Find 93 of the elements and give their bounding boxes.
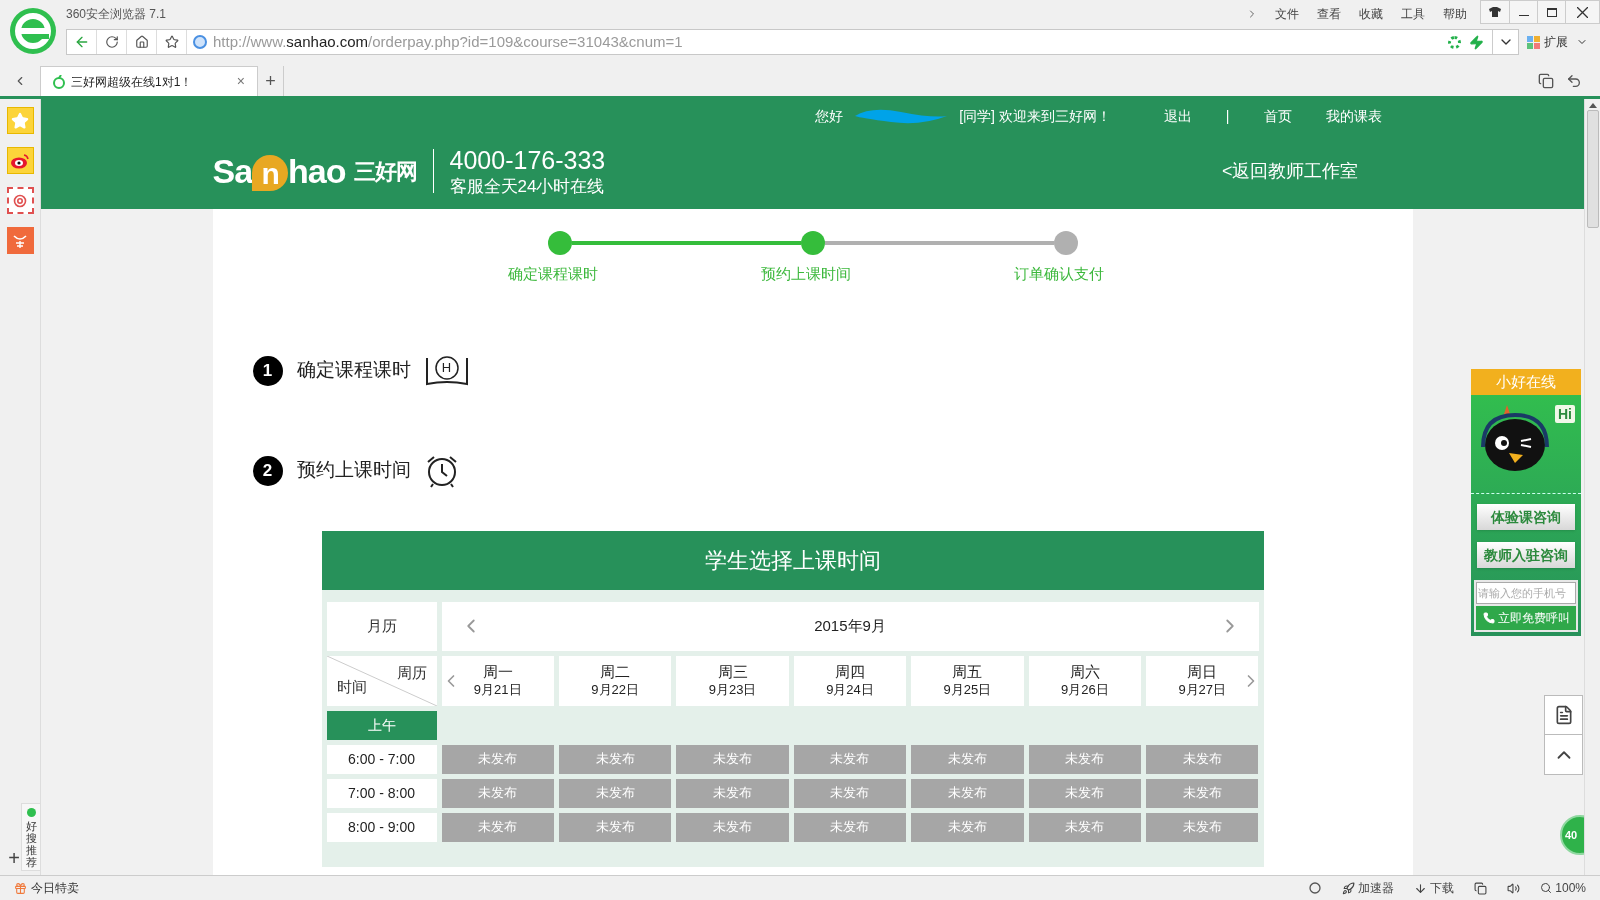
step-label: 订单确认支付 bbox=[1014, 264, 1104, 284]
hi-bubble: Hi bbox=[1555, 405, 1575, 423]
browser-logo-icon bbox=[9, 7, 57, 55]
month-bar: 2015年9月 bbox=[441, 601, 1259, 651]
menu-item[interactable]: 收藏 bbox=[1350, 5, 1392, 23]
day-header: 周五 9月25日 bbox=[911, 655, 1024, 706]
globe-icon bbox=[193, 35, 207, 49]
consult-button[interactable]: 教师入驻咨询 bbox=[1477, 542, 1575, 568]
time-slot: 未发布 bbox=[793, 778, 907, 808]
day-header: 周六 9月26日 bbox=[1028, 655, 1142, 706]
time-slot: 未发布 bbox=[441, 778, 554, 808]
day-header: 周三 9月23日 bbox=[676, 655, 789, 706]
browser-tab[interactable]: 三好网超级在线1对1！ × bbox=[40, 66, 258, 96]
zoom-level[interactable]: 100% bbox=[1540, 879, 1586, 897]
download-button[interactable]: 下载 bbox=[1414, 879, 1455, 897]
new-tab-button[interactable]: + bbox=[258, 66, 284, 96]
tab-close-button[interactable]: × bbox=[236, 71, 245, 92]
sound-icon[interactable] bbox=[1507, 881, 1521, 895]
scrollbar-thumb[interactable] bbox=[1586, 110, 1599, 228]
widget-title: 小好在线 bbox=[1471, 369, 1581, 395]
down-arrow-icon bbox=[1414, 881, 1428, 895]
daily-deals-link[interactable]: 今日特卖 bbox=[14, 879, 79, 897]
time-slot: 未发布 bbox=[1146, 812, 1259, 842]
day-header: 周日 9月27日 bbox=[1146, 655, 1259, 706]
day-header: 周一 9月21日 bbox=[441, 655, 554, 706]
time-slot: 未发布 bbox=[1028, 812, 1142, 842]
welcome-text: [同学] 欢迎来到三好网！ bbox=[959, 106, 1111, 126]
time-slot: 未发布 bbox=[558, 778, 672, 808]
step-label: 确定课程课时 bbox=[508, 264, 598, 284]
time-slot: 未发布 bbox=[1146, 778, 1259, 808]
menu-item[interactable]: 文件 bbox=[1266, 5, 1308, 23]
menu-item[interactable]: 查看 bbox=[1308, 5, 1350, 23]
step-number: 2 bbox=[252, 455, 283, 486]
window-title: 360安全浏览器 7.1 bbox=[66, 6, 167, 23]
magnifier-icon bbox=[1540, 882, 1553, 894]
tab-favicon-icon bbox=[53, 74, 65, 89]
window-list-icon[interactable] bbox=[1538, 73, 1554, 89]
step-number: 1 bbox=[252, 355, 283, 386]
phone-number: 4000-176-333 bbox=[449, 144, 606, 176]
time-cell: 8:00 - 9:00 bbox=[326, 812, 437, 842]
menu-item[interactable]: 工具 bbox=[1392, 5, 1434, 23]
scroll-up-icon[interactable] bbox=[1588, 103, 1597, 108]
weibo-eye-icon[interactable] bbox=[6, 147, 34, 174]
site-logo: Sa n hao 三好网 bbox=[212, 150, 417, 193]
time-slot: 未发布 bbox=[911, 744, 1024, 774]
extensions-button[interactable]: 扩展 bbox=[1527, 33, 1588, 51]
window-icon[interactable] bbox=[1474, 881, 1488, 895]
add-button[interactable]: + bbox=[8, 843, 20, 873]
time-slot: 未发布 bbox=[441, 744, 554, 774]
lightning-icon[interactable] bbox=[1469, 34, 1484, 50]
corner-header: 周历 时间 bbox=[326, 655, 437, 706]
time-slot: 未发布 bbox=[676, 744, 789, 774]
time-slot: 未发布 bbox=[911, 778, 1024, 808]
home-icon bbox=[134, 35, 149, 49]
time-cell: 7:00 - 8:00 bbox=[326, 778, 437, 808]
header-link[interactable]: 首页 bbox=[1246, 105, 1309, 127]
time-slot: 未发布 bbox=[1028, 778, 1142, 808]
undo-icon[interactable] bbox=[1566, 73, 1582, 89]
time-cell: 6:00 - 7:00 bbox=[326, 744, 437, 774]
reload-icon bbox=[104, 35, 119, 49]
accelerator-button[interactable]: 加速器 bbox=[1342, 879, 1395, 897]
period-label: 上午 bbox=[326, 710, 437, 740]
rocket-icon bbox=[1342, 881, 1356, 895]
back-link[interactable]: <返回教师工作室 bbox=[1222, 157, 1359, 185]
step-label: 预约上课时间 bbox=[761, 264, 851, 284]
schedule-title: 学生选择上课时间 bbox=[321, 530, 1264, 590]
time-slot: 未发布 bbox=[676, 778, 789, 808]
recommend-tab[interactable]: 好搜推荐 bbox=[21, 802, 41, 871]
day-header: 周二 9月22日 bbox=[558, 655, 672, 706]
consult-button[interactable]: 体验课咨询 bbox=[1477, 504, 1575, 530]
star-icon bbox=[164, 35, 179, 49]
header-link[interactable]: 我的课表 bbox=[1308, 105, 1399, 127]
separator-text: | bbox=[1224, 106, 1231, 126]
phone-input[interactable]: 请输入您的手机号 bbox=[1476, 582, 1576, 604]
time-slot: 未发布 bbox=[911, 812, 1024, 842]
time-slot: 未发布 bbox=[1028, 744, 1142, 774]
time-slot: 未发布 bbox=[793, 812, 907, 842]
time-slot: 未发布 bbox=[441, 812, 554, 842]
time-slot: 未发布 bbox=[558, 812, 672, 842]
section-title: 预约上课时间 bbox=[296, 458, 411, 483]
service-hours: 客服全天24小时在线 bbox=[449, 176, 606, 198]
time-slot: 未发布 bbox=[558, 744, 672, 774]
phone-icon bbox=[1482, 612, 1495, 624]
gift-icon bbox=[14, 881, 27, 895]
calendar-label: 月历 bbox=[326, 601, 437, 651]
day-header: 周四 9月24日 bbox=[793, 655, 907, 706]
time-slot: 未发布 bbox=[793, 744, 907, 774]
header-link[interactable]: 退出 bbox=[1146, 105, 1209, 127]
time-slot: 未发布 bbox=[676, 812, 789, 842]
menu-item[interactable]: 帮助 bbox=[1434, 5, 1476, 23]
time-slot: 未发布 bbox=[1146, 744, 1259, 774]
section-title: 确定课程课时 bbox=[296, 358, 411, 383]
greeting-text: 您好 bbox=[815, 106, 844, 126]
